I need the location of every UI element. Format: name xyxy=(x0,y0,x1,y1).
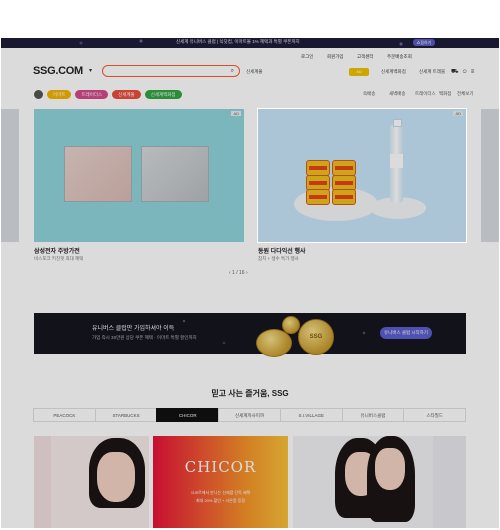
carousel-prev-peek[interactable] xyxy=(1,109,19,242)
banner-dongwon[interactable]: AD xyxy=(257,108,467,243)
signup-link[interactable]: 회원가입 xyxy=(327,54,344,60)
carousel-next-peek[interactable] xyxy=(481,109,499,242)
chicor-text: 시코르에서 만나는 신제품 단독 혜택 xyxy=(190,490,251,495)
ssg-logo[interactable]: SSG.COM xyxy=(33,65,83,77)
tuna-can-image xyxy=(332,189,356,205)
universe-club-banner[interactable]: 유니버스 클럽만 가입하셔야 이득 가입 즉시 30만원 상당 쿠폰 혜택 · … xyxy=(34,313,466,357)
appliance-image xyxy=(64,146,132,202)
user-icon[interactable]: ☺ xyxy=(462,69,471,75)
mall-chips: 이마트 트레이더스 신세계몰 신세계백화점 xyxy=(34,90,182,99)
tab-starbucks[interactable]: STARBUCKS xyxy=(94,408,158,422)
quick-link-traders[interactable]: 트레이더스 xyxy=(415,91,436,97)
banner-subtitle: 비스포크 키친핏 최대 혜택 xyxy=(34,256,84,261)
search-input[interactable]: ⌕ xyxy=(102,65,240,77)
banner-title[interactable]: 삼성전자 주방가전 xyxy=(34,246,80,255)
coin-icon: SSG xyxy=(298,319,334,355)
brand-image-left-edge[interactable] xyxy=(34,436,51,528)
tab-sivillage[interactable]: S.I.VILLAGE xyxy=(279,408,343,422)
menu-icon[interactable]: ≡ xyxy=(471,69,478,75)
universe-club-button[interactable]: 유니버스 클럽 시작하기 xyxy=(380,327,432,339)
brand-tabs: PEACOCK STARBUCKS CHICOR 신세계까사미까 S.I.VIL… xyxy=(33,408,467,422)
top-promo-text: 신세계 유니버스 클럽 | 쓱닷컴, 이마트몰 1% 혜택과 특별 쿠폰까지 xyxy=(176,39,300,44)
appliance-image xyxy=(141,146,209,202)
top-promo-bar[interactable]: 신세계 유니버스 클럽 | 쓱닷컴, 이마트몰 1% 혜택과 특별 쿠폰까지 쇼… xyxy=(1,38,499,48)
bottle-cap xyxy=(393,119,402,127)
model-face xyxy=(375,448,405,490)
quick-link-all[interactable]: 전체보기 xyxy=(457,91,474,97)
tuna-can-image xyxy=(332,160,356,176)
brand-model-image[interactable] xyxy=(51,436,149,528)
brand-image-right-edge[interactable] xyxy=(433,436,466,528)
header-icons: ⛟☺≡ xyxy=(451,68,477,76)
order-tracking-link[interactable]: 주문배송조회 xyxy=(387,54,412,60)
model-face xyxy=(97,452,135,502)
tuna-can-image xyxy=(306,160,330,176)
coin-icon xyxy=(282,316,300,334)
promo-subtitle: 가입 즉시 30만원 상당 쿠폰 혜택 · 이마트 특별 할인까지 xyxy=(92,335,197,340)
nav-link-department-store[interactable]: 신세계백화점 xyxy=(381,69,406,75)
customer-center-link[interactable]: 고객센터 xyxy=(357,54,374,60)
ssg-homepage: 신세계 유니버스 클럽 | 쓱닷컴, 이마트몰 1% 혜택과 특별 쿠폰까지 쇼… xyxy=(1,38,499,528)
home-chip[interactable] xyxy=(34,90,43,99)
nav-link-travel[interactable]: 신세계 트래블 xyxy=(419,69,445,75)
tab-universe-club[interactable]: 유니버스클럽 xyxy=(341,408,405,422)
banner-subtitle: 참치 + 생수 특가 행사 xyxy=(258,256,299,261)
chicor-logo: CHICOR xyxy=(184,458,257,476)
carousel-pager[interactable]: ‹ 1 / 16 › xyxy=(229,270,248,276)
tab-peacock[interactable]: PEACOCK xyxy=(33,408,96,422)
chip-emart[interactable]: 이마트 xyxy=(47,90,72,99)
quick-link-department[interactable]: 백화점 xyxy=(439,91,451,97)
tab-casamia[interactable]: 신세계까사미까 xyxy=(218,408,281,422)
brand-models-image[interactable] xyxy=(293,436,433,528)
banner-title[interactable]: 동원 다다익선 행사 xyxy=(258,246,306,255)
quick-link-ssg-delivery[interactable]: 쓱배송 xyxy=(363,91,375,97)
search-icon[interactable]: ⌕ xyxy=(231,68,234,75)
banner-samsung[interactable]: AD xyxy=(34,109,244,242)
cart-icon[interactable]: ⛟ xyxy=(451,69,462,75)
chip-shinsegae-mall[interactable]: 신세계몰 xyxy=(112,90,141,99)
bottle-label xyxy=(390,154,403,168)
login-link[interactable]: 로그인 xyxy=(301,54,313,60)
tab-starfield[interactable]: 스타필드 xyxy=(403,408,467,422)
top-promo-button[interactable]: 쇼핑하기 xyxy=(413,39,435,46)
tuna-can-image xyxy=(306,189,330,205)
chip-department-store[interactable]: 신세계백화점 xyxy=(144,90,182,99)
ad-badge: AD xyxy=(453,111,463,116)
tab-chicor[interactable]: CHICOR xyxy=(156,408,220,422)
screenshot-frame: 신세계 유니버스 클럽 | 쓱닷컴, 이마트몰 1% 혜택과 특별 쿠폰까지 쇼… xyxy=(0,0,500,530)
ad-badge: AD xyxy=(231,111,241,116)
nav-link-shinsegae-mall[interactable]: 신세계몰 xyxy=(246,69,263,75)
chevron-down-icon[interactable]: ▾ xyxy=(89,67,92,74)
quick-link-dawn-delivery[interactable]: 새벽배송 xyxy=(389,91,406,97)
chicor-banner[interactable]: CHICOR 시코르에서 만나는 신제품 단독 혜택 최대 20% 할인 + 사… xyxy=(153,436,288,528)
promo-title: 유니버스 클럽만 가입하셔야 이득 xyxy=(92,326,175,332)
section-title: 믿고 사는 즐거움, SSG xyxy=(211,389,289,398)
ad-badge: AD xyxy=(349,68,369,76)
coin-label: SSG xyxy=(309,333,323,340)
chip-traders[interactable]: 트레이더스 xyxy=(75,90,109,99)
chicor-text: 최대 20% 할인 + 사은품 증정 xyxy=(195,498,246,503)
